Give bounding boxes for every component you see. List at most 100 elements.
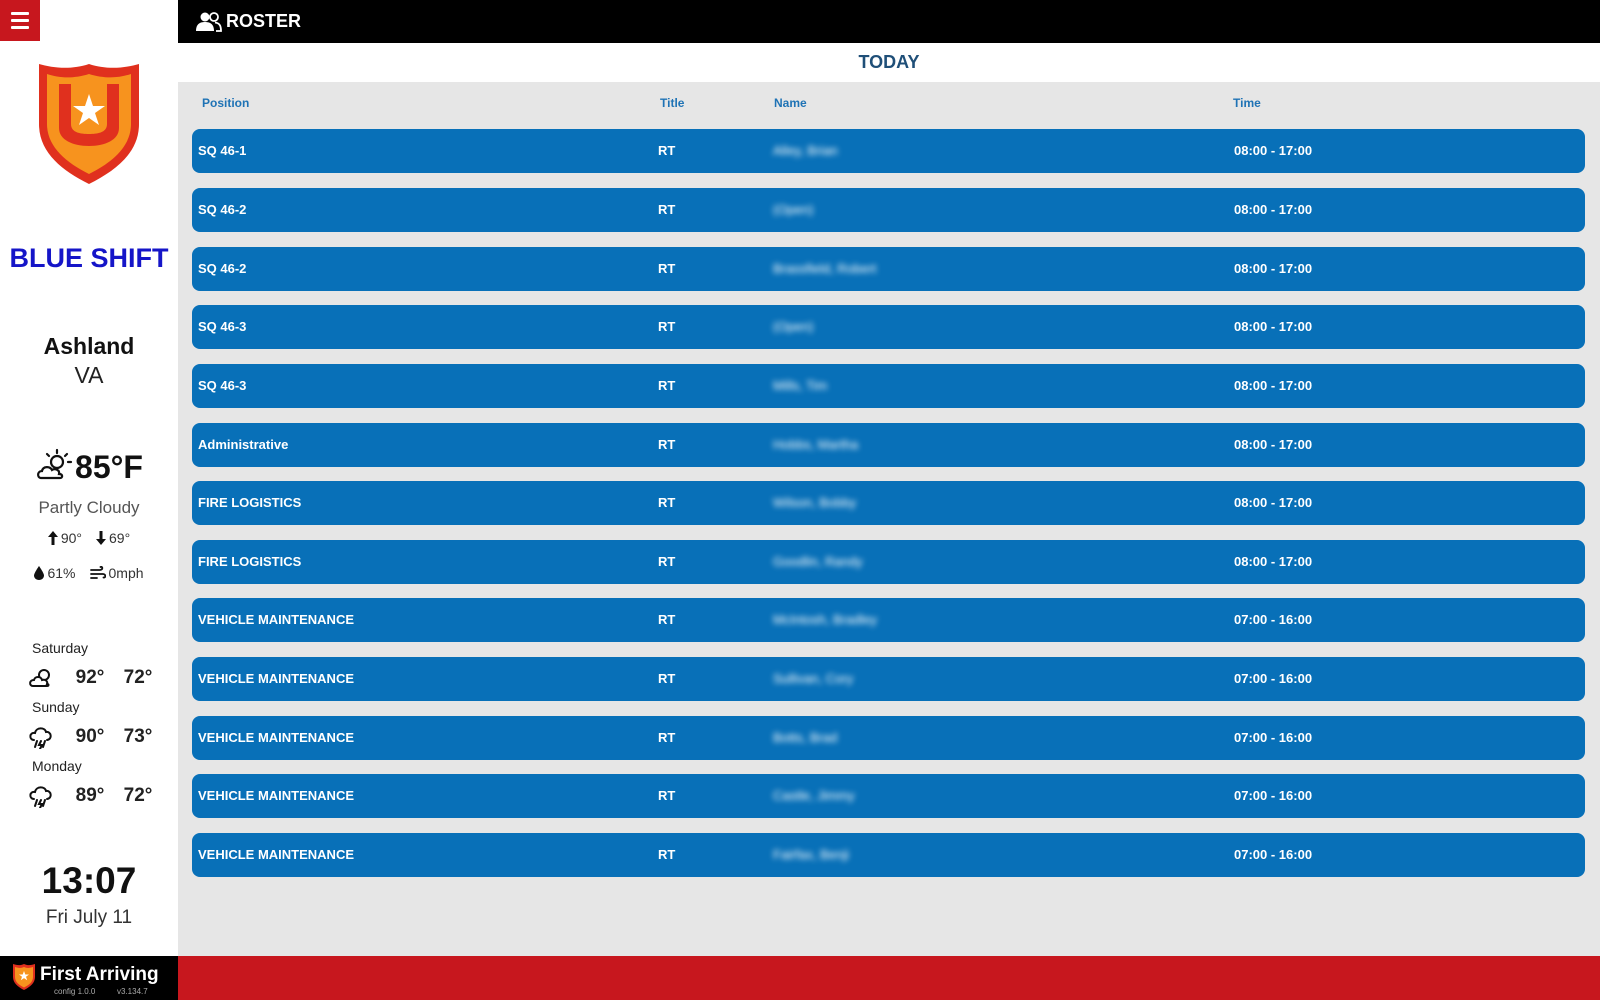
roster-row: FIRE LOGISTICS RT Goodlin, Randy 08:00 -…: [192, 540, 1585, 584]
low-temp-value: 69°: [109, 530, 131, 546]
wind-icon: [89, 566, 106, 579]
row-name: Fairfax, Benji: [773, 847, 849, 862]
clock-date: Fri July 11: [45, 907, 133, 928]
forecast-day-label: Sunday: [32, 699, 80, 715]
forecast-high: 89°: [75, 785, 105, 806]
row-name: Goodlin, Randy: [773, 554, 863, 569]
brand-name: First Arriving: [40, 964, 159, 985]
forecast-high: 90°: [75, 726, 105, 747]
row-title: RT: [658, 319, 676, 334]
row-title: RT: [658, 202, 676, 217]
arrow-up-icon: [47, 531, 58, 545]
row-position: Administrative: [198, 437, 289, 452]
forecast-row: 89° 72°: [28, 784, 158, 808]
forecast-low: 73°: [123, 726, 153, 747]
top-bar: ROSTER: [178, 0, 1600, 43]
roster-row: VEHICLE MAINTENANCE RT Botts, Brad 07:00…: [192, 716, 1585, 760]
thunderstorm-icon: [29, 727, 52, 749]
humidity: 61%: [34, 565, 76, 581]
forecast-low: 72°: [123, 785, 153, 806]
roster-row: VEHICLE MAINTENANCE RT Fairfax, Benji 07…: [192, 833, 1585, 877]
forecast-row: 92° 72°: [28, 666, 158, 690]
roster-row: Administrative RT Hobbs, Martha 08:00 - …: [192, 423, 1585, 467]
location-city: Ashland: [43, 333, 135, 359]
row-name: Botts, Brad: [773, 730, 838, 745]
row-title: RT: [658, 612, 676, 627]
humidity-wind: 61% 0mph: [0, 565, 178, 581]
humidity-value: 61%: [47, 565, 76, 581]
weather-condition: Partly Cloudy: [38, 498, 140, 517]
row-position: VEHICLE MAINTENANCE: [198, 788, 355, 803]
current-weather: 85°F: [0, 448, 178, 486]
row-position: VEHICLE MAINTENANCE: [198, 847, 355, 862]
menu-line: [11, 19, 29, 22]
row-position: VEHICLE MAINTENANCE: [198, 730, 355, 745]
footer-bar: [178, 956, 1600, 1000]
thunderstorm-icon: [29, 786, 52, 808]
row-name: (Open): [773, 202, 814, 217]
forecast-day-label: Saturday: [32, 640, 89, 656]
forecast-day-label: Monday: [32, 758, 82, 774]
row-position: VEHICLE MAINTENANCE: [198, 612, 355, 627]
app-version: v3.134.7: [117, 987, 148, 996]
wind: 0mph: [89, 565, 144, 581]
row-position: VEHICLE MAINTENANCE: [198, 671, 355, 686]
day-label: TODAY: [178, 43, 1600, 82]
roster-row: SQ 46-2 RT (Open) 08:00 - 17:00: [192, 188, 1585, 232]
partly-sunny-icon: [37, 448, 73, 480]
row-time: 08:00 - 17:00: [1234, 319, 1313, 334]
row-time: 08:00 - 17:00: [1234, 202, 1313, 217]
row-time: 08:00 - 17:00: [1234, 378, 1313, 393]
menu-line: [11, 26, 29, 29]
hamburger-menu-button[interactable]: [0, 0, 40, 41]
row-position: SQ 46-1: [198, 143, 247, 158]
row-title: RT: [658, 554, 676, 569]
row-name: Brassfield, Robert: [773, 261, 877, 276]
sidebar: BLUE SHIFT Ashland VA 85°F Partly Cloudy…: [0, 0, 178, 1000]
row-name: McIntosh, Bradley: [773, 612, 878, 627]
row-time: 07:00 - 16:00: [1234, 847, 1313, 862]
department-shield-logo: [39, 64, 139, 184]
clock-time: 13:07: [41, 860, 137, 901]
partly-cloudy-icon: [29, 669, 50, 687]
roster-row: SQ 46-2 RT Brassfield, Robert 08:00 - 17…: [192, 247, 1585, 291]
row-position: SQ 46-2: [198, 202, 247, 217]
roster-row: VEHICLE MAINTENANCE RT Sullivan, Cory 07…: [192, 657, 1585, 701]
forecast-low: 72°: [123, 667, 153, 688]
roster-row: VEHICLE MAINTENANCE RT Castle, Jimmy 07:…: [192, 774, 1585, 818]
roster-row: SQ 46-3 RT (Open) 08:00 - 17:00: [192, 305, 1585, 349]
row-title: RT: [658, 671, 676, 686]
high-low: 90° 69°: [0, 530, 178, 546]
column-header-time: Time: [1233, 96, 1261, 110]
row-name: Mills, Tim: [773, 378, 828, 393]
config-version: config 1.0.0: [54, 987, 96, 996]
wind-value: 0mph: [108, 565, 144, 581]
location-state: VA: [74, 362, 104, 388]
roster-row: VEHICLE MAINTENANCE RT McIntosh, Bradley…: [192, 598, 1585, 642]
arrow-down-icon: [96, 531, 106, 545]
column-header-position: Position: [202, 96, 250, 110]
column-header-name: Name: [774, 96, 807, 110]
row-time: 08:00 - 17:00: [1234, 554, 1313, 569]
page-title: ROSTER: [226, 11, 302, 31]
row-time: 07:00 - 16:00: [1234, 788, 1313, 803]
menu-line: [11, 12, 29, 15]
row-time: 08:00 - 17:00: [1234, 437, 1313, 452]
row-title: RT: [658, 788, 676, 803]
row-time: 07:00 - 16:00: [1234, 612, 1313, 627]
low-temp: 69°: [96, 530, 130, 546]
row-name: (Open): [773, 319, 814, 334]
roster-row: FIRE LOGISTICS RT Wilson, Bobby 08:00 - …: [192, 481, 1585, 525]
row-name: Castle, Jimmy: [773, 788, 855, 803]
row-name: Wilson, Bobby: [773, 495, 857, 510]
row-position: FIRE LOGISTICS: [198, 495, 302, 510]
row-time: 08:00 - 17:00: [1234, 143, 1313, 158]
roster-row: SQ 46-1 RT Alley, Brian 08:00 - 17:00: [192, 129, 1585, 173]
forecast-row: 90° 73°: [28, 725, 158, 749]
row-name: Hobbs, Martha: [773, 437, 859, 452]
row-position: SQ 46-2: [198, 261, 247, 276]
shift-name: BLUE SHIFT: [9, 243, 169, 273]
forecast-high: 92°: [75, 667, 105, 688]
row-position: SQ 46-3: [198, 319, 247, 334]
roster-row: SQ 46-3 RT Mills, Tim 08:00 - 17:00: [192, 364, 1585, 408]
